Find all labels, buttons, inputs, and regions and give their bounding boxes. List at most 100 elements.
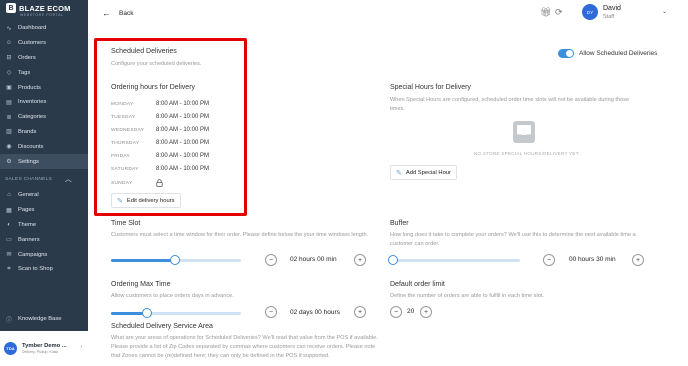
- allow-scheduled-toggle[interactable]: Allow Scheduled Deliveries: [558, 49, 657, 58]
- box-icon: ▣: [6, 85, 12, 92]
- theme-icon: ◐: [7, 221, 11, 228]
- store-avatar: TDA: [4, 342, 17, 355]
- info-icon: ⓘ: [5, 317, 12, 324]
- max-time-increment-button[interactable]: +: [354, 306, 366, 318]
- discount-icon: ◉: [6, 144, 12, 151]
- gift-icon[interactable]: 🎁︎: [540, 7, 551, 18]
- order-limit-decrement-button[interactable]: −: [390, 306, 402, 318]
- time-slot-title: Time Slot: [111, 220, 141, 227]
- buffer-decrement-button[interactable]: −: [543, 254, 555, 266]
- inventory-icon: ▤: [6, 99, 12, 106]
- sidebar-item-discounts[interactable]: ◉ Discounts: [0, 139, 88, 154]
- empty-state-text: NO STORE SPECIAL HOURS/DELIVERY YET.: [474, 151, 580, 156]
- sidebar-item-orders[interactable]: ⊟ Orders: [0, 51, 88, 66]
- slider-handle[interactable]: [142, 308, 153, 318]
- max-time-decrement-button[interactable]: −: [265, 306, 277, 318]
- time-slot-increment-button[interactable]: +: [354, 254, 366, 266]
- highlight-box: [94, 38, 247, 216]
- campaign-icon: ✉: [6, 252, 12, 259]
- chevron-right-icon: ›: [80, 344, 82, 350]
- user-role: Staff: [603, 13, 615, 20]
- sidebar-item-scan-to-shop[interactable]: ⌗ Scan to Shop: [0, 262, 88, 277]
- general-icon: ⌂: [7, 192, 11, 199]
- sidebar-item-label: General: [18, 192, 39, 199]
- chevron-down-icon[interactable]: ⌄: [662, 8, 667, 15]
- sidebar-item-categories[interactable]: ≣ Categories: [0, 110, 88, 125]
- cart-icon: ⊟: [6, 55, 12, 62]
- sidebar-item-label: Orders: [18, 54, 36, 61]
- special-hours-title: Special Hours for Delivery: [390, 84, 471, 91]
- sales-channels-header[interactable]: SALES CHANNELS ︿: [0, 173, 88, 185]
- store-switcher[interactable]: TDA Tymber Demo ... Delivery, Pickup, Ki…: [0, 331, 88, 366]
- sidebar-item-pages[interactable]: ▦ Pages: [0, 203, 88, 218]
- sidebar-item-label: Scan to Shop: [18, 266, 53, 273]
- slider-fill: [111, 259, 175, 262]
- store-name: Tymber Demo ...: [22, 343, 67, 349]
- sidebar-item-tags[interactable]: ◇ Tags: [0, 65, 88, 80]
- sidebar-item-label: Theme: [18, 221, 37, 228]
- avatar: DY: [582, 4, 598, 20]
- sidebar-item-customers[interactable]: ☺ Customers: [0, 36, 88, 51]
- channels-nav: ⌂ General ▦ Pages ◐ Theme ▭ Banners ✉ Campaig…: [0, 188, 88, 277]
- buffer-value: 00 hours 30 min: [569, 256, 616, 263]
- app-logo[interactable]: B BLAZE ECOM: [6, 3, 71, 13]
- order-limit-increment-button[interactable]: +: [420, 306, 432, 318]
- sidebar-item-label: Tags: [18, 69, 31, 76]
- sidebar-item-brands[interactable]: ▥ Brands: [0, 125, 88, 140]
- sidebar-item-label: Dashboard: [18, 25, 47, 32]
- service-area-title: Scheduled Delivery Service Area: [111, 323, 213, 330]
- users-icon: ☺: [5, 40, 13, 47]
- buffer-increment-button[interactable]: +: [632, 254, 644, 266]
- section-label: SALES CHANNELS: [5, 176, 53, 182]
- sidebar-item-label: Customers: [18, 40, 47, 47]
- sidebar-item-dashboard[interactable]: ∿ Dashboard: [0, 21, 88, 36]
- slider-handle[interactable]: [388, 255, 398, 265]
- sidebar-item-general[interactable]: ⌂ General: [0, 188, 88, 203]
- banner-icon: ▭: [6, 237, 12, 244]
- buffer-desc: How long does it take to complete your o…: [390, 232, 636, 247]
- max-time-slider[interactable]: [111, 308, 241, 318]
- refresh-icon[interactable]: ⟳: [555, 7, 563, 18]
- back-button[interactable]: ← Back: [102, 8, 133, 18]
- brand-icon: ▥: [6, 129, 12, 136]
- sidebar: B BLAZE ECOM WEBSTORE PORTAL ∿ Dashboard …: [0, 0, 88, 366]
- sidebar-item-label: Brands: [18, 128, 37, 135]
- user-menu[interactable]: DY David Staff: [582, 4, 621, 20]
- time-slot-slider[interactable]: [111, 255, 241, 265]
- time-slot-decrement-button[interactable]: −: [265, 254, 277, 266]
- sidebar-item-label: Banners: [18, 236, 40, 243]
- sidebar-item-label: Discounts: [18, 143, 44, 150]
- sidebar-item-theme[interactable]: ◐ Theme: [0, 218, 88, 233]
- buffer-slider[interactable]: [388, 255, 520, 265]
- sidebar-item-settings[interactable]: ⚙ Settings: [0, 154, 88, 169]
- sidebar-item-inventories[interactable]: ▤ Inventories: [0, 95, 88, 110]
- sidebar-item-label: Products: [18, 84, 41, 91]
- sidebar-item-campaigns[interactable]: ✉ Campaigns: [0, 247, 88, 262]
- sidebar-item-banners[interactable]: ▭ Banners: [0, 232, 88, 247]
- button-label: Add Special Hour: [405, 169, 451, 176]
- service-area-desc: What are your areas of operations for Sc…: [111, 335, 378, 359]
- max-time-title: Ordering Max Time: [111, 281, 171, 288]
- sidebar-item-products[interactable]: ▣ Products: [0, 80, 88, 95]
- gear-icon: ⚙: [6, 159, 12, 166]
- toggle-switch[interactable]: [558, 49, 574, 58]
- add-calendar-icon: ✎: [396, 169, 402, 177]
- sidebar-item-label: Campaigns: [18, 251, 48, 258]
- logo-subtitle: WEBSTORE PORTAL: [20, 13, 64, 17]
- special-hours-desc: When Special Hours are configured, sched…: [390, 97, 630, 112]
- tag-icon: ◇: [6, 70, 12, 77]
- slider-handle[interactable]: [169, 255, 180, 265]
- max-time-value: 02 days 00 hours: [290, 309, 340, 316]
- add-special-hour-button[interactable]: ✎ Add Special Hour: [390, 165, 457, 180]
- user-name: David: [603, 4, 621, 12]
- arrow-left-icon: ←: [102, 8, 111, 18]
- time-slot-desc: Customers must select a time window for …: [111, 232, 369, 238]
- max-time-desc: Allow customers to place orders days in …: [111, 293, 234, 299]
- sidebar-item-label: Pages: [18, 207, 35, 214]
- logo-icon: B: [6, 3, 16, 13]
- sidebar-item-knowledge-base[interactable]: ⓘ Knowledge Base: [0, 312, 88, 327]
- scan-icon: ⌗: [7, 265, 11, 272]
- store-subtitle: Delivery, Pickup, Kiosk: [22, 350, 59, 354]
- logo-text: BLAZE ECOM: [19, 3, 71, 13]
- sidebar-item-label: Categories: [18, 114, 47, 121]
